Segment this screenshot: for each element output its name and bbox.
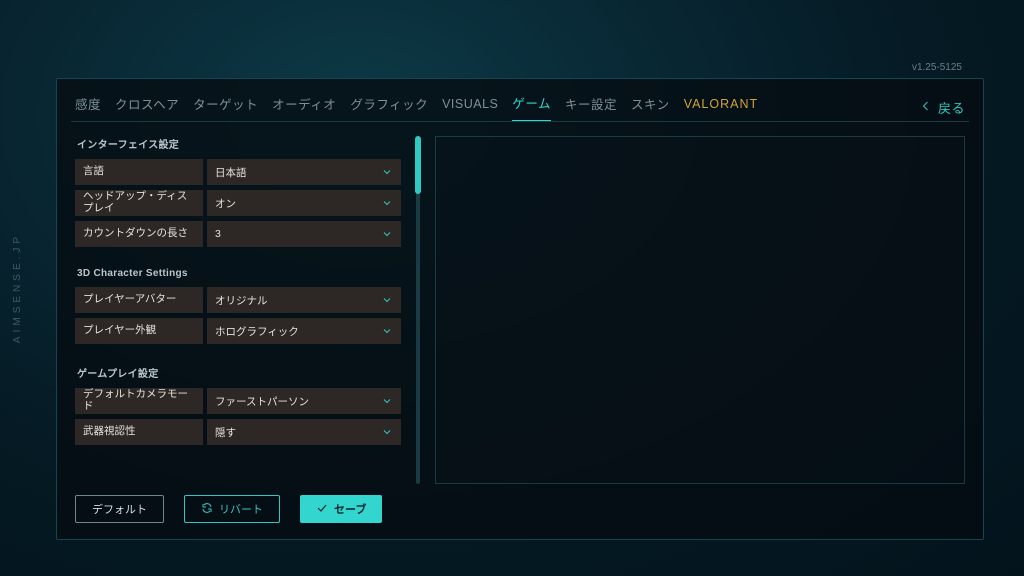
select-language[interactable]: 日本語 — [207, 159, 401, 185]
row-camera: デフォルトカメラモード ファーストパーソン — [75, 388, 401, 414]
row-label-camera: デフォルトカメラモード — [75, 388, 203, 414]
brand-watermark: AIMSENSE.JP — [12, 233, 23, 343]
chevron-left-icon — [920, 100, 932, 115]
row-language: 言語 日本語 — [75, 159, 401, 185]
tab-game[interactable]: ゲーム — [512, 93, 551, 122]
tab-target[interactable]: ターゲット — [193, 94, 258, 121]
select-hud-value: オン — [215, 196, 236, 211]
tab-visuals[interactable]: VISUALS — [442, 97, 498, 119]
select-camera-value: ファーストパーソン — [215, 394, 309, 409]
tab-bar: 感度 クロスヘア ターゲット オーディオ グラフィック VISUALS ゲーム … — [57, 79, 983, 122]
select-appearance[interactable]: ホログラフィック — [207, 318, 401, 344]
settings-body: インターフェイス設定 言語 日本語 ヘッドアップ・ディスプレイ オン カウントダ… — [57, 122, 983, 484]
back-button[interactable]: 戻る — [920, 98, 965, 117]
select-countdown[interactable]: 3 — [207, 221, 401, 247]
select-language-value: 日本語 — [215, 165, 247, 180]
row-label-avatar: プレイヤーアバター — [75, 287, 203, 313]
tab-sensitivity[interactable]: 感度 — [75, 94, 101, 121]
chevron-down-icon — [381, 294, 393, 306]
tab-underline — [71, 121, 969, 122]
chevron-down-icon — [381, 426, 393, 438]
revert-button[interactable]: リバート — [184, 495, 280, 523]
tab-valorant[interactable]: VALORANT — [684, 97, 758, 119]
row-hud: ヘッドアップ・ディスプレイ オン — [75, 190, 401, 216]
select-camera[interactable]: ファーストパーソン — [207, 388, 401, 414]
row-label-weapon: 武器視認性 — [75, 419, 203, 445]
select-hud[interactable]: オン — [207, 190, 401, 216]
row-countdown: カウントダウンの長さ 3 — [75, 221, 401, 247]
settings-window: 感度 クロスヘア ターゲット オーディオ グラフィック VISUALS ゲーム … — [56, 78, 984, 540]
row-avatar: プレイヤーアバター オリジナル — [75, 287, 401, 313]
row-label-hud: ヘッドアップ・ディスプレイ — [75, 190, 203, 216]
select-weapon-value: 隠す — [215, 425, 236, 440]
tab-keybinds[interactable]: キー設定 — [565, 94, 617, 121]
version-label: v1.25-5125 — [912, 62, 962, 73]
row-appearance: プレイヤー外観 ホログラフィック — [75, 318, 401, 344]
revert-button-label: リバート — [219, 501, 263, 517]
row-label-appearance: プレイヤー外観 — [75, 318, 203, 344]
save-button[interactable]: セーブ — [300, 495, 382, 523]
select-weapon[interactable]: 隠す — [207, 419, 401, 445]
tab-audio[interactable]: オーディオ — [272, 94, 336, 121]
default-button-label: デフォルト — [92, 501, 147, 517]
chevron-down-icon — [381, 395, 393, 407]
row-label-countdown: カウントダウンの長さ — [75, 221, 203, 247]
tab-skins[interactable]: スキン — [631, 94, 670, 121]
chevron-down-icon — [381, 166, 393, 178]
preview-panel — [435, 136, 965, 484]
select-countdown-value: 3 — [215, 228, 221, 240]
default-button[interactable]: デフォルト — [75, 495, 164, 523]
row-label-language: 言語 — [75, 159, 203, 185]
left-scrollbar[interactable] — [415, 136, 421, 484]
chevron-down-icon — [381, 197, 393, 209]
select-appearance-value: ホログラフィック — [215, 324, 299, 339]
refresh-icon — [201, 502, 213, 517]
settings-left-column: インターフェイス設定 言語 日本語 ヘッドアップ・ディスプレイ オン カウントダ… — [75, 136, 401, 484]
section-title-interface: インターフェイス設定 — [77, 136, 401, 151]
select-avatar[interactable]: オリジナル — [207, 287, 401, 313]
tab-graphics[interactable]: グラフィック — [350, 94, 428, 121]
back-label: 戻る — [938, 98, 965, 117]
save-button-label: セーブ — [334, 501, 366, 517]
section-title-character: 3D Character Settings — [77, 268, 401, 279]
select-avatar-value: オリジナル — [215, 293, 268, 308]
chevron-down-icon — [381, 228, 393, 240]
row-weapon: 武器視認性 隠す — [75, 419, 401, 445]
check-icon — [316, 502, 328, 517]
tab-crosshair[interactable]: クロスヘア — [115, 94, 179, 121]
footer-buttons: デフォルト リバート セーブ — [75, 495, 382, 523]
chevron-down-icon — [381, 325, 393, 337]
section-title-gameplay: ゲームプレイ設定 — [77, 365, 401, 380]
scroll-thumb[interactable] — [415, 136, 421, 194]
